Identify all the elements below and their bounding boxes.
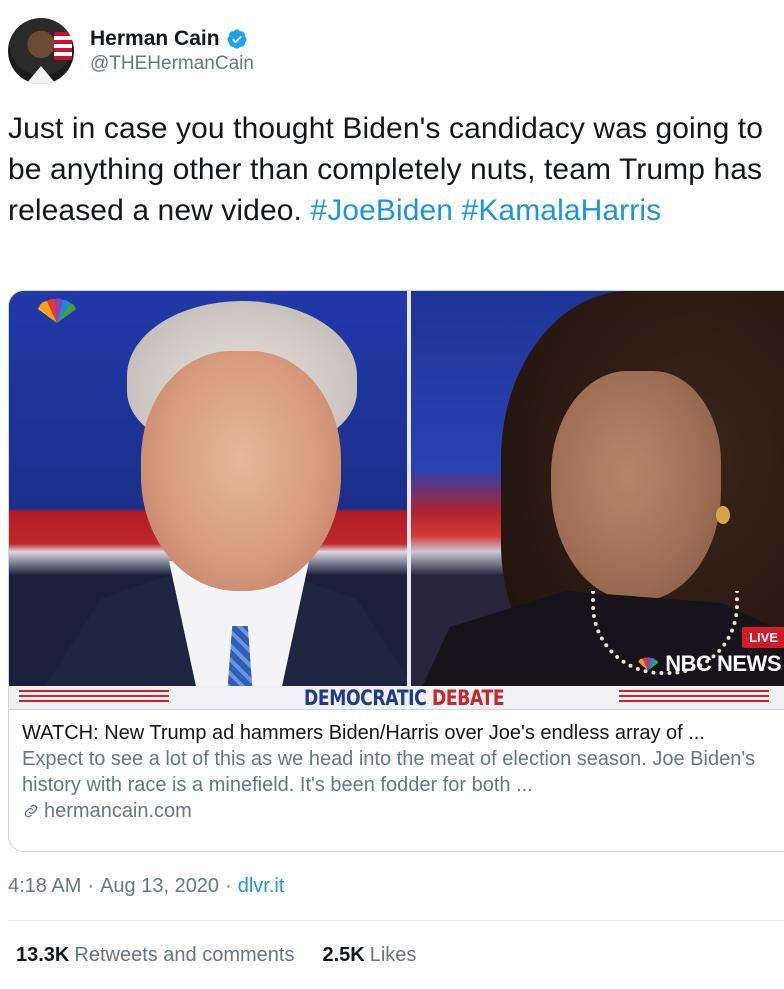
flag-graphic [54, 32, 72, 60]
nbc-peacock-icon [638, 657, 659, 671]
card-domain[interactable]: hermancain.com [44, 798, 192, 824]
display-name-row: Herman Cain [90, 27, 254, 51]
tweet-time[interactable]: 4:18 AM [8, 875, 81, 898]
retweets-count: 13.3K [16, 944, 70, 966]
banner-main-text: DEMOCRATIC [303, 685, 432, 710]
meta-separator: · [87, 875, 95, 897]
biden-panel [9, 291, 407, 686]
likes-count: 2.5K [322, 944, 365, 966]
banner-text: DEMOCRATIC DEBATE [303, 685, 505, 710]
display-name[interactable]: Herman Cain [90, 27, 220, 51]
debate-banner: DEMOCRATIC DEBATE [9, 686, 784, 709]
nbc-news-text: NBC NEWS [665, 651, 781, 676]
hashtag-kamalaharris[interactable]: #KamalaHarris [462, 194, 662, 227]
retweets-label: Retweets and comments [74, 944, 295, 966]
tweet-text: Just in case you thought Biden's candida… [8, 108, 778, 231]
nbc-news-logo: NBC NEWS [635, 651, 781, 677]
tweet: Herman Cain @THEHermanCain Just in case … [0, 0, 784, 989]
nbc-peacock-icon [38, 298, 76, 323]
tweet-stats: 13.3K Retweets and comments 2.5K Likes [16, 944, 416, 967]
banner-stripes-right [619, 690, 769, 704]
author-names: Herman Cain @THEHermanCain [90, 27, 254, 75]
shirt-graphic [26, 66, 56, 84]
harris-panel: LIVE NBC NEWS [411, 291, 784, 686]
link-icon [24, 804, 38, 818]
live-badge: LIVE [742, 627, 784, 648]
likes-label: Likes [369, 944, 417, 966]
earring-graphic [716, 506, 730, 524]
card-image[interactable]: LIVE NBC NEWS DEMOCRATIC DEBATE [9, 291, 784, 709]
face-graphic [551, 371, 721, 601]
source-link[interactable]: dlvr.it [238, 875, 285, 898]
handle[interactable]: @THEHermanCain [90, 53, 254, 75]
meta-separator: · [225, 875, 232, 897]
tweet-header: Herman Cain @THEHermanCain [8, 16, 254, 86]
likes-stat[interactable]: 2.5K Likes [322, 944, 416, 967]
card-description: Expect to see a lot of this as we head i… [22, 748, 756, 796]
divider [8, 920, 784, 921]
tweet-date[interactable]: Aug 13, 2020 [100, 875, 219, 898]
hashtag-joebiden[interactable]: #JoeBiden [310, 194, 453, 227]
verified-badge-icon [226, 29, 247, 49]
banner-stripes-left [19, 690, 169, 704]
card-body[interactable]: WATCH: New Trump ad hammers Biden/Harris… [9, 709, 784, 824]
banner-accent-text: DEBATE [431, 685, 505, 710]
face-graphic [141, 351, 341, 591]
link-card[interactable]: LIVE NBC NEWS DEMOCRATIC DEBATE WATCH: N… [8, 290, 784, 852]
tweet-meta: 4:18 AM · Aug 13, 2020 · dlvr.it [8, 875, 284, 898]
card-domain-row[interactable]: hermancain.com [22, 798, 784, 824]
card-title[interactable]: WATCH: New Trump ad hammers Biden/Harris… [22, 720, 784, 746]
avatar[interactable] [8, 18, 74, 84]
retweets-stat[interactable]: 13.3K Retweets and comments [16, 944, 294, 967]
